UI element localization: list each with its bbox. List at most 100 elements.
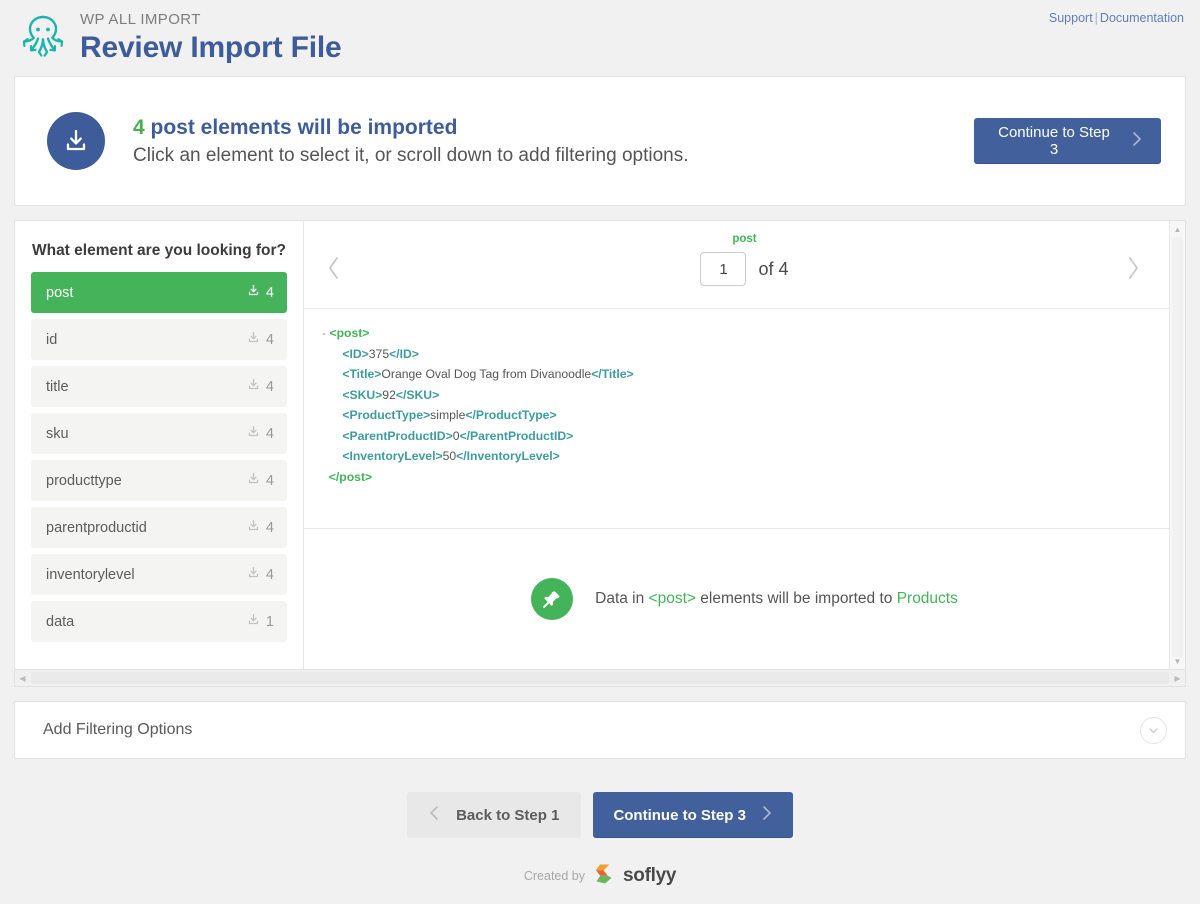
xml-close-tag: </SKU> <box>396 388 439 402</box>
octopus-logo-icon <box>14 8 76 70</box>
element-list-item-count-wrap: 4 <box>246 330 274 349</box>
back-button-label: Back to Step 1 <box>456 807 559 824</box>
xml-preview: - <post> <ID>375</ID> <Title>Orange Oval… <box>304 309 1185 529</box>
continue-to-step-3-button-top[interactable]: Continue to Step 3 <box>974 118 1161 164</box>
xml-open-tag: <SKU> <box>342 388 382 402</box>
back-to-step-1-button[interactable]: Back to Step 1 <box>407 792 581 838</box>
xml-collapse-toggle[interactable]: - <box>322 326 326 340</box>
element-count: 4 <box>133 116 145 139</box>
xml-node-line: <ParentProductID>0</ParentProductID> <box>322 426 1185 447</box>
xml-node-value: Orange Oval Dog Tag from Divanoodle <box>381 367 591 381</box>
import-notice-bar: 4 post elements will be imported Click a… <box>14 76 1186 206</box>
xml-node-value: 375 <box>369 347 389 361</box>
header-links: Support|Documentation <box>1049 11 1184 25</box>
chevron-right-icon[interactable] <box>1125 255 1141 286</box>
element-pager: post of 4 <box>304 221 1185 309</box>
footer-actions: Back to Step 1 Continue to Step 3 <box>0 792 1200 838</box>
review-body: What element are you looking for? post4 i… <box>14 220 1186 670</box>
element-list-item-count: 4 <box>266 332 274 348</box>
xml-open-tag: <ID> <box>342 347 368 361</box>
element-list-item-count: 4 <box>266 473 274 489</box>
note-prefix: Data in <box>595 590 648 607</box>
element-list-item-count-wrap: 4 <box>246 283 274 302</box>
element-list-item-inventorylevel[interactable]: inventorylevel4 <box>31 554 287 595</box>
support-link[interactable]: Support <box>1049 11 1093 25</box>
import-download-icon <box>246 471 261 490</box>
page-number-input[interactable] <box>700 252 746 286</box>
xml-close-tag: </InventoryLevel> <box>456 449 560 463</box>
vertical-scrollbar[interactable]: ▲ ▼ <box>1169 221 1185 669</box>
chevron-down-icon[interactable] <box>1140 717 1167 744</box>
xml-node-line: <Title>Orange Oval Dog Tag from Divanood… <box>322 364 1185 385</box>
elements-panel-heading: What element are you looking for? <box>31 233 287 272</box>
xml-node-value: simple <box>430 408 465 422</box>
element-list-item-count-wrap: 4 <box>246 424 274 443</box>
soflyy-brand-text: soflyy <box>623 865 676 887</box>
notice-text: 4 post elements will be imported Click a… <box>105 114 974 169</box>
element-list-item-data[interactable]: data1 <box>31 601 287 642</box>
vertical-scrollbar-thumb[interactable] <box>1172 237 1183 657</box>
scroll-right-arrow-icon[interactable]: ▶ <box>1170 670 1185 686</box>
element-list-item-count: 4 <box>266 379 274 395</box>
scroll-left-arrow-icon[interactable]: ◀ <box>15 670 30 686</box>
xml-root-close-tag: </post> <box>329 470 372 484</box>
chevron-right-icon <box>762 805 773 825</box>
page-header: WP ALL IMPORT Review Import File Support… <box>0 0 1200 76</box>
scroll-up-arrow-icon[interactable]: ▲ <box>1170 221 1185 237</box>
xml-node-value: 92 <box>382 388 396 402</box>
continue-button-label: Continue to Step 3 <box>992 124 1116 158</box>
continue-button-label: Continue to Step 3 <box>613 807 746 824</box>
import-download-icon <box>246 424 261 443</box>
pager-controls: of 4 <box>700 252 788 286</box>
element-list-item-id[interactable]: id 4 <box>31 319 287 360</box>
xml-open-tag: <Title> <box>342 367 381 381</box>
created-by-label: Created by <box>524 869 585 883</box>
element-list-item-count-wrap: 4 <box>246 377 274 396</box>
continue-to-step-3-button-bottom[interactable]: Continue to Step 3 <box>593 792 793 838</box>
chevron-right-icon <box>1132 131 1143 151</box>
documentation-link[interactable]: Documentation <box>1100 11 1184 25</box>
page-title: Review Import File <box>80 30 341 66</box>
import-download-icon <box>246 377 261 396</box>
xml-close-tag: </ParentProductID> <box>460 429 574 443</box>
pager-center: post of 4 <box>304 231 1185 286</box>
element-list-item-parentproductid[interactable]: parentproductid 4 <box>31 507 287 548</box>
element-list-item-sku[interactable]: sku4 <box>31 413 287 454</box>
note-middle: elements will be imported to <box>696 590 897 607</box>
note-element-tag: <post> <box>649 590 696 607</box>
xml-node-line: <InventoryLevel>50</InventoryLevel> <box>322 446 1185 467</box>
element-list-item-count-wrap: 4 <box>246 471 274 490</box>
element-list-item-count: 4 <box>266 520 274 536</box>
xml-close-tag: </ProductType> <box>465 408 556 422</box>
filtering-options-panel[interactable]: Add Filtering Options <box>14 701 1186 759</box>
created-by-footer: Created by soflyy <box>0 862 1200 889</box>
element-list-item-label: producttype <box>46 473 246 489</box>
xml-root-close-line: </post> <box>322 467 1185 488</box>
xml-close-tag: </ID> <box>389 347 419 361</box>
xml-open-tag: <InventoryLevel> <box>342 449 442 463</box>
element-list-item-label: parentproductid <box>46 520 246 536</box>
element-list: post4id4title4sku4producttype4parentprod… <box>31 272 287 642</box>
element-list-item-count-wrap: 1 <box>246 612 274 631</box>
element-list-item-label: id <box>46 332 246 348</box>
xml-node-line: <ProductType>simple</ProductType> <box>322 405 1185 426</box>
element-list-item-title[interactable]: title4 <box>31 366 287 407</box>
import-target-note: Data in <post> elements will be imported… <box>304 529 1185 669</box>
scroll-down-arrow-icon[interactable]: ▼ <box>1170 653 1185 669</box>
chevron-left-icon <box>429 805 440 825</box>
header-titles: WP ALL IMPORT Review Import File <box>76 8 341 66</box>
page-total-label: of 4 <box>758 259 788 280</box>
import-download-icon <box>246 283 261 302</box>
horizontal-scrollbar[interactable]: ◀ ▶ <box>14 670 1186 687</box>
note-target: Products <box>897 590 958 607</box>
notice-headline: 4 post elements will be imported <box>133 114 974 142</box>
element-list-item-count: 4 <box>266 567 274 583</box>
horizontal-scrollbar-thumb[interactable] <box>31 672 1169 684</box>
element-list-item-producttype[interactable]: producttype 4 <box>31 460 287 501</box>
pin-icon <box>531 578 573 620</box>
xml-node-value: 50 <box>443 449 457 463</box>
soflyy-logo-icon <box>593 862 615 889</box>
element-list-item-post[interactable]: post4 <box>31 272 287 313</box>
element-list-item-label: data <box>46 614 246 630</box>
xml-open-tag: <ProductType> <box>342 408 430 422</box>
